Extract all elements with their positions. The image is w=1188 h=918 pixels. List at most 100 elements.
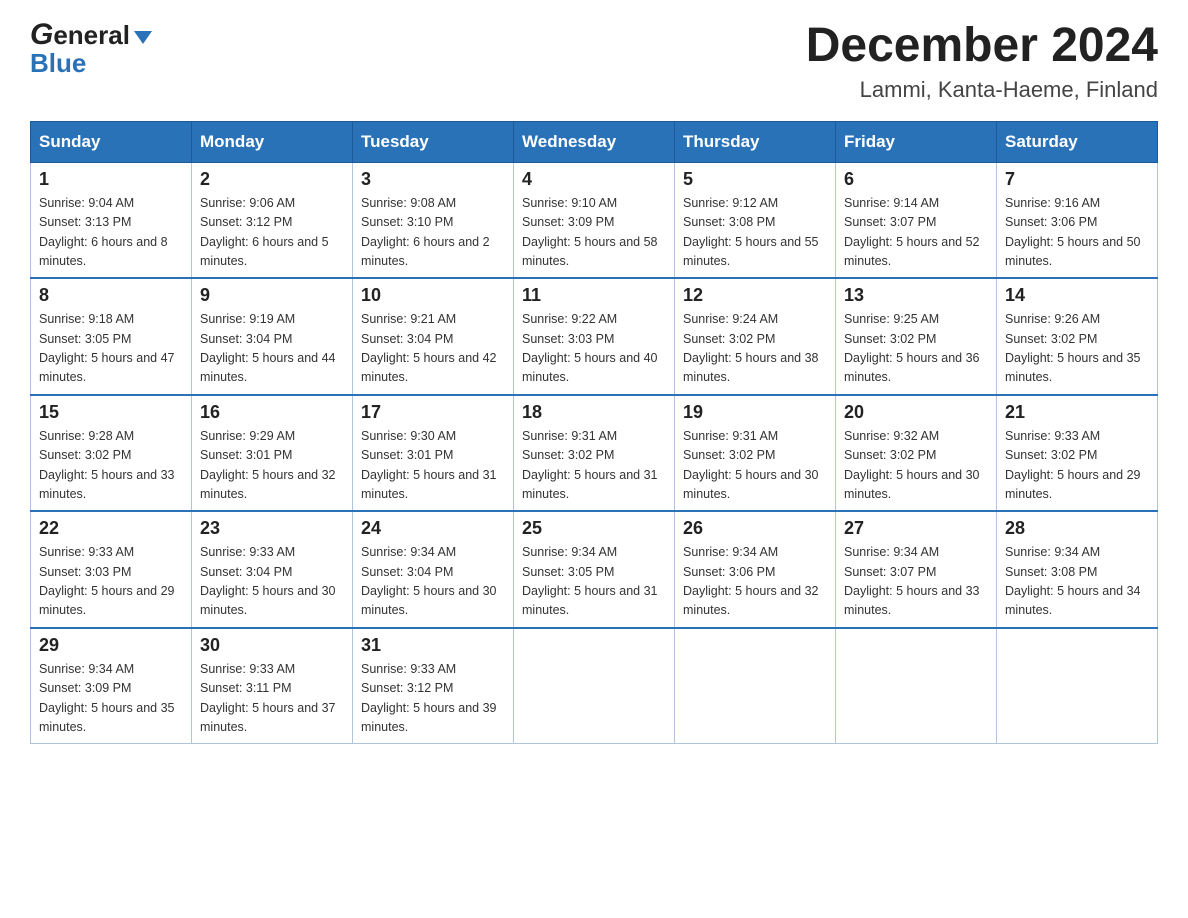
sunset-label: Sunset: 3:02 PM	[1005, 332, 1097, 346]
title-block: December 2024 Lammi, Kanta-Haeme, Finlan…	[806, 20, 1158, 103]
day-number: 2	[200, 169, 344, 190]
day-number: 27	[844, 518, 988, 539]
table-row: 8 Sunrise: 9:18 AM Sunset: 3:05 PM Dayli…	[31, 278, 192, 395]
sunrise-label: Sunrise: 9:25 AM	[844, 312, 939, 326]
daylight-label: Daylight: 5 hours and 47 minutes.	[39, 351, 175, 384]
day-number: 3	[361, 169, 505, 190]
day-number: 30	[200, 635, 344, 656]
sunset-label: Sunset: 3:10 PM	[361, 215, 453, 229]
sunset-label: Sunset: 3:02 PM	[39, 448, 131, 462]
sunrise-label: Sunrise: 9:21 AM	[361, 312, 456, 326]
daylight-label: Daylight: 5 hours and 39 minutes.	[361, 701, 497, 734]
day-info: Sunrise: 9:25 AM Sunset: 3:02 PM Dayligh…	[844, 310, 988, 388]
col-header-monday: Monday	[192, 121, 353, 162]
sunset-label: Sunset: 3:04 PM	[361, 332, 453, 346]
sunset-label: Sunset: 3:02 PM	[1005, 448, 1097, 462]
day-info: Sunrise: 9:34 AM Sunset: 3:08 PM Dayligh…	[1005, 543, 1149, 621]
day-number: 16	[200, 402, 344, 423]
daylight-label: Daylight: 5 hours and 50 minutes.	[1005, 235, 1141, 268]
table-row: 14 Sunrise: 9:26 AM Sunset: 3:02 PM Dayl…	[997, 278, 1158, 395]
day-number: 9	[200, 285, 344, 306]
sunrise-label: Sunrise: 9:34 AM	[844, 545, 939, 559]
day-number: 24	[361, 518, 505, 539]
daylight-label: Daylight: 5 hours and 33 minutes.	[844, 584, 980, 617]
sunrise-label: Sunrise: 9:31 AM	[683, 429, 778, 443]
day-info: Sunrise: 9:26 AM Sunset: 3:02 PM Dayligh…	[1005, 310, 1149, 388]
daylight-label: Daylight: 5 hours and 38 minutes.	[683, 351, 819, 384]
sunset-label: Sunset: 3:07 PM	[844, 215, 936, 229]
day-number: 1	[39, 169, 183, 190]
table-row: 16 Sunrise: 9:29 AM Sunset: 3:01 PM Dayl…	[192, 395, 353, 512]
sunset-label: Sunset: 3:12 PM	[361, 681, 453, 695]
daylight-label: Daylight: 5 hours and 42 minutes.	[361, 351, 497, 384]
day-number: 14	[1005, 285, 1149, 306]
table-row	[675, 628, 836, 744]
table-row: 11 Sunrise: 9:22 AM Sunset: 3:03 PM Dayl…	[514, 278, 675, 395]
daylight-label: Daylight: 5 hours and 30 minutes.	[200, 584, 336, 617]
daylight-label: Daylight: 5 hours and 32 minutes.	[200, 468, 336, 501]
day-info: Sunrise: 9:32 AM Sunset: 3:02 PM Dayligh…	[844, 427, 988, 505]
table-row: 6 Sunrise: 9:14 AM Sunset: 3:07 PM Dayli…	[836, 162, 997, 278]
table-row: 28 Sunrise: 9:34 AM Sunset: 3:08 PM Dayl…	[997, 511, 1158, 628]
sunset-label: Sunset: 3:01 PM	[200, 448, 292, 462]
day-info: Sunrise: 9:06 AM Sunset: 3:12 PM Dayligh…	[200, 194, 344, 272]
daylight-label: Daylight: 5 hours and 55 minutes.	[683, 235, 819, 268]
table-row: 12 Sunrise: 9:24 AM Sunset: 3:02 PM Dayl…	[675, 278, 836, 395]
sunrise-label: Sunrise: 9:29 AM	[200, 429, 295, 443]
col-header-saturday: Saturday	[997, 121, 1158, 162]
table-row: 2 Sunrise: 9:06 AM Sunset: 3:12 PM Dayli…	[192, 162, 353, 278]
sunrise-label: Sunrise: 9:34 AM	[361, 545, 456, 559]
day-number: 15	[39, 402, 183, 423]
table-row: 26 Sunrise: 9:34 AM Sunset: 3:06 PM Dayl…	[675, 511, 836, 628]
sunrise-label: Sunrise: 9:33 AM	[39, 545, 134, 559]
day-number: 28	[1005, 518, 1149, 539]
table-row: 7 Sunrise: 9:16 AM Sunset: 3:06 PM Dayli…	[997, 162, 1158, 278]
day-number: 19	[683, 402, 827, 423]
day-number: 17	[361, 402, 505, 423]
table-row: 29 Sunrise: 9:34 AM Sunset: 3:09 PM Dayl…	[31, 628, 192, 744]
sunset-label: Sunset: 3:08 PM	[683, 215, 775, 229]
sunset-label: Sunset: 3:05 PM	[522, 565, 614, 579]
day-number: 21	[1005, 402, 1149, 423]
sunrise-label: Sunrise: 9:34 AM	[522, 545, 617, 559]
sunset-label: Sunset: 3:09 PM	[39, 681, 131, 695]
daylight-label: Daylight: 5 hours and 30 minutes.	[844, 468, 980, 501]
daylight-label: Daylight: 5 hours and 29 minutes.	[39, 584, 175, 617]
calendar-header-row: Sunday Monday Tuesday Wednesday Thursday…	[31, 121, 1158, 162]
daylight-label: Daylight: 5 hours and 31 minutes.	[522, 584, 658, 617]
logo: G eneral Blue	[30, 20, 152, 76]
sunrise-label: Sunrise: 9:16 AM	[1005, 196, 1100, 210]
sunset-label: Sunset: 3:02 PM	[522, 448, 614, 462]
day-number: 7	[1005, 169, 1149, 190]
daylight-label: Daylight: 5 hours and 35 minutes.	[1005, 351, 1141, 384]
day-number: 25	[522, 518, 666, 539]
day-number: 18	[522, 402, 666, 423]
sunrise-label: Sunrise: 9:34 AM	[39, 662, 134, 676]
day-number: 12	[683, 285, 827, 306]
logo-blue: Blue	[30, 50, 152, 76]
sunrise-label: Sunrise: 9:10 AM	[522, 196, 617, 210]
table-row: 10 Sunrise: 9:21 AM Sunset: 3:04 PM Dayl…	[353, 278, 514, 395]
day-info: Sunrise: 9:10 AM Sunset: 3:09 PM Dayligh…	[522, 194, 666, 272]
day-number: 29	[39, 635, 183, 656]
sunrise-label: Sunrise: 9:34 AM	[1005, 545, 1100, 559]
daylight-label: Daylight: 5 hours and 34 minutes.	[1005, 584, 1141, 617]
sunset-label: Sunset: 3:02 PM	[683, 448, 775, 462]
sunset-label: Sunset: 3:04 PM	[361, 565, 453, 579]
sunset-label: Sunset: 3:05 PM	[39, 332, 131, 346]
table-row: 18 Sunrise: 9:31 AM Sunset: 3:02 PM Dayl…	[514, 395, 675, 512]
daylight-label: Daylight: 5 hours and 30 minutes.	[683, 468, 819, 501]
day-info: Sunrise: 9:14 AM Sunset: 3:07 PM Dayligh…	[844, 194, 988, 272]
day-info: Sunrise: 9:12 AM Sunset: 3:08 PM Dayligh…	[683, 194, 827, 272]
sunrise-label: Sunrise: 9:33 AM	[200, 662, 295, 676]
table-row: 21 Sunrise: 9:33 AM Sunset: 3:02 PM Dayl…	[997, 395, 1158, 512]
col-header-sunday: Sunday	[31, 121, 192, 162]
table-row: 3 Sunrise: 9:08 AM Sunset: 3:10 PM Dayli…	[353, 162, 514, 278]
table-row: 1 Sunrise: 9:04 AM Sunset: 3:13 PM Dayli…	[31, 162, 192, 278]
day-number: 4	[522, 169, 666, 190]
day-info: Sunrise: 9:31 AM Sunset: 3:02 PM Dayligh…	[683, 427, 827, 505]
daylight-label: Daylight: 5 hours and 35 minutes.	[39, 701, 175, 734]
daylight-label: Daylight: 6 hours and 8 minutes.	[39, 235, 168, 268]
table-row: 23 Sunrise: 9:33 AM Sunset: 3:04 PM Dayl…	[192, 511, 353, 628]
day-info: Sunrise: 9:28 AM Sunset: 3:02 PM Dayligh…	[39, 427, 183, 505]
